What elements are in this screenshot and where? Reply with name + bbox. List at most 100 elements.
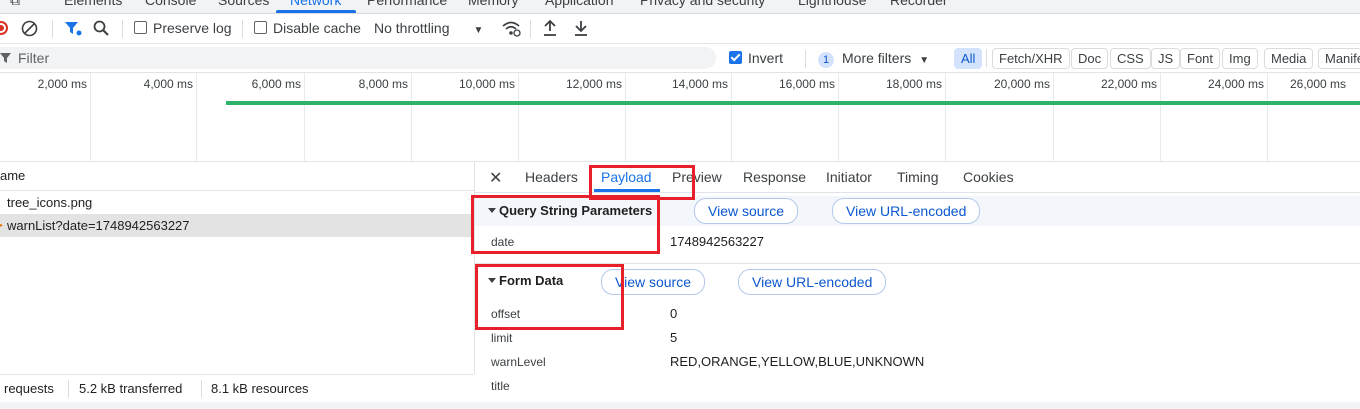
filter-type-media[interactable]: Media [1264, 48, 1314, 69]
requests-count: requests [4, 381, 54, 396]
more-filters-count-badge: 1 [818, 52, 834, 68]
details-tab-bar: ✕ Headers Payload Preview Response Initi… [475, 162, 1360, 193]
form-view-source-button[interactable]: View source [601, 269, 706, 295]
search-icon[interactable] [93, 20, 110, 37]
tab-payload[interactable]: Payload [601, 169, 652, 185]
timeline-tick: 24,000 ms [1207, 77, 1264, 91]
filter-type-all[interactable]: All [954, 48, 983, 69]
tab-privacy-security[interactable]: Privacy and security [640, 0, 765, 8]
filter-type-img[interactable]: Img [1222, 48, 1258, 69]
invert-checkbox[interactable]: Invert [729, 50, 783, 66]
param-key: offset [491, 307, 521, 321]
tab-elements[interactable]: Elements [64, 0, 122, 8]
preserve-log-checkbox[interactable]: Preserve log [134, 20, 232, 36]
tab-elements-icon[interactable]: ⧉ [10, 0, 20, 9]
param-value: 0 [670, 306, 678, 321]
filter-icon [0, 52, 12, 64]
dropdown-arrow-icon: ▼ [473, 25, 484, 36]
preserve-log-label: Preserve log [153, 20, 232, 36]
form-data-section-header[interactable]: Form Data View source View URL-encoded [475, 266, 1360, 296]
timeline-request-bar [226, 101, 1360, 105]
tab-performance[interactable]: Performance [367, 0, 447, 8]
query-string-title: Query String Parameters [488, 203, 652, 218]
query-view-url-encoded-button[interactable]: View URL-encoded [832, 198, 981, 224]
filter-bar: Filter Invert 1 More filters ▼ All Fetch/X… [0, 44, 1360, 73]
more-filters-button[interactable]: 1 More filters ▼ [818, 50, 929, 68]
tab-timing[interactable]: Timing [897, 169, 939, 185]
tab-recorder[interactable]: Recorder [890, 0, 948, 8]
checkbox-icon [254, 21, 267, 34]
tab-application[interactable]: Application [545, 0, 614, 8]
xhr-icon: ▸ [0, 220, 4, 231]
tab-headers[interactable]: Headers [525, 169, 578, 185]
filter-input[interactable]: Filter [0, 47, 716, 69]
tab-sources[interactable]: Sources [218, 0, 269, 8]
tab-memory[interactable]: Memory [468, 0, 519, 8]
param-key: date [491, 235, 515, 249]
disable-cache-label: Disable cache [273, 20, 361, 36]
collapse-triangle-icon [488, 278, 496, 283]
tab-preview[interactable]: Preview [672, 169, 722, 185]
import-har-upload-icon[interactable] [542, 19, 558, 37]
tab-initiator[interactable]: Initiator [826, 169, 872, 185]
bottom-drawer-edge [0, 402, 1360, 409]
invert-label: Invert [748, 50, 784, 66]
active-tab-indicator [276, 10, 356, 13]
disable-cache-checkbox[interactable]: Disable cache [254, 20, 361, 36]
timeline-tick: 22,000 ms [1100, 77, 1157, 91]
filter-type-css[interactable]: CSS [1110, 48, 1151, 69]
filter-type-doc[interactable]: Doc [1071, 48, 1109, 69]
throttling-select[interactable]: No throttling ▼ [374, 20, 483, 36]
query-view-source-button[interactable]: View source [694, 198, 799, 224]
timeline-tick: 14,000 ms [671, 77, 728, 91]
network-toolbar: Preserve log Disable cache No throttling… [0, 14, 1360, 44]
timeline-tick: 4,000 ms [143, 77, 193, 91]
network-conditions-wifi-icon[interactable] [501, 20, 521, 37]
request-row-selected[interactable]: ▸ warnList?date=1748942563227 [0, 214, 474, 237]
record-icon[interactable] [0, 21, 8, 35]
param-value: 1748942563227 [670, 234, 764, 249]
name-column-header[interactable]: ame [0, 162, 474, 191]
timeline-tick: 6,000 ms [251, 77, 301, 91]
timeline-tick: 2,000 ms [37, 77, 87, 91]
tab-console[interactable]: Console [145, 0, 196, 8]
transferred-size: 5.2 kB transferred [79, 381, 183, 396]
checkbox-icon [134, 21, 147, 34]
form-view-url-encoded-button[interactable]: View URL-encoded [738, 269, 887, 295]
param-key: title [491, 379, 510, 393]
filter-type-js[interactable]: JS [1151, 48, 1181, 69]
request-list: ame tree_icons.png ▸ warnList?date=17489… [0, 162, 475, 374]
filter-type-manifest[interactable]: Manife [1318, 48, 1360, 69]
devtools-tab-bar: ⧉ Elements Console Sources Network Perfo… [0, 0, 1360, 14]
filter-funnel-icon[interactable] [64, 20, 82, 38]
collapse-triangle-icon [488, 208, 496, 213]
form-data-title: Form Data [488, 273, 563, 288]
close-icon[interactable]: ✕ [489, 168, 502, 188]
export-har-download-icon[interactable] [573, 19, 589, 37]
request-name: tree_icons.png [7, 195, 93, 210]
param-value: RED,ORANGE,YELLOW,BLUE,UNKNOWN [670, 354, 925, 369]
timeline-tick: 8,000 ms [358, 77, 408, 91]
timeline-tick: 18,000 ms [885, 77, 942, 91]
request-name: warnList?date=1748942563227 [7, 218, 190, 233]
tab-cookies[interactable]: Cookies [963, 169, 1014, 185]
param-key: limit [491, 331, 513, 345]
timeline-tick: 16,000 ms [778, 77, 835, 91]
request-details-panel: ✕ Headers Payload Preview Response Initi… [475, 162, 1360, 402]
filter-placeholder: Filter [18, 50, 50, 66]
timeline-tick: 20,000 ms [993, 77, 1050, 91]
tab-lighthouse[interactable]: Lighthouse [798, 0, 867, 8]
checkbox-checked-icon [729, 51, 742, 64]
clear-icon[interactable] [21, 20, 38, 37]
payload-tab-underline [594, 189, 660, 192]
param-value: 5 [670, 330, 678, 345]
filter-type-fetch-xhr[interactable]: Fetch/XHR [992, 48, 1070, 69]
param-key: warnLevel [491, 355, 546, 369]
query-string-section-header[interactable]: Query String Parameters View source View… [475, 196, 1360, 226]
request-row[interactable]: tree_icons.png [0, 191, 474, 214]
resources-size: 8.1 kB resources [211, 381, 309, 396]
filter-type-font[interactable]: Font [1180, 48, 1221, 69]
tab-response[interactable]: Response [743, 169, 806, 185]
timeline-overview[interactable]: 2,000 ms 4,000 ms 6,000 ms 8,000 ms 10,0… [0, 73, 1360, 162]
tab-network[interactable]: Network [290, 0, 341, 8]
